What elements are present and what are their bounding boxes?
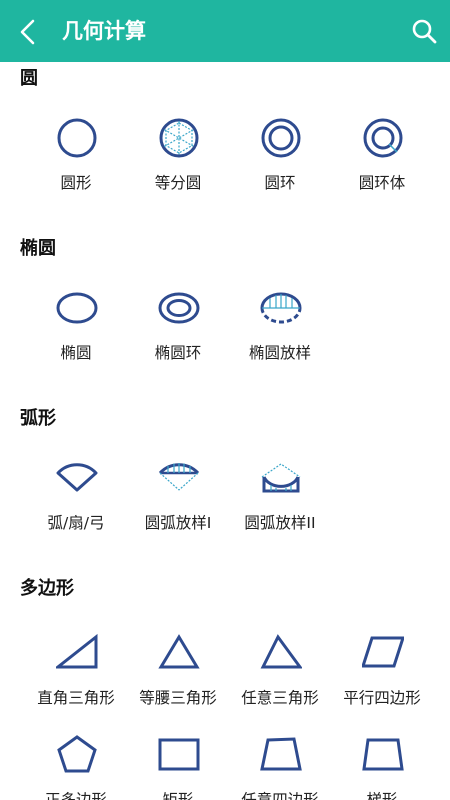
item-label: 圆弧放样II — [244, 514, 316, 532]
item-arc-lofting-1[interactable]: 圆弧放样I — [122, 457, 234, 557]
page-title: 几何计算 — [62, 19, 146, 43]
item-label: 圆环体 — [358, 174, 406, 192]
isosceles-triangle-icon — [158, 634, 200, 669]
sector-icon — [56, 463, 98, 492]
item-arc-sector-segment[interactable]: 弧/扇/弓 — [20, 457, 132, 557]
ellipse-lofting-icon — [260, 292, 302, 324]
item-divided-circle[interactable]: 等分圆 — [122, 117, 234, 217]
quadrilateral-icon — [260, 737, 302, 771]
item-ellipse[interactable]: 椭圆 — [20, 287, 132, 387]
item-elliptical-ring[interactable]: 椭圆环 — [122, 287, 234, 387]
arbitrary-triangle-icon — [260, 634, 302, 669]
divided-circle-icon — [159, 118, 199, 158]
item-ellipse-lofting[interactable]: 椭圆放样 — [224, 287, 336, 387]
section-title-arc: 弧形 — [20, 408, 56, 429]
item-torus[interactable]: 圆环体 — [326, 117, 438, 217]
item-arbitrary-triangle[interactable]: 任意三角形 — [224, 632, 336, 732]
ellipse-icon — [56, 292, 98, 324]
section-title-polygon: 多边形 — [20, 578, 74, 599]
arc-lofting-1-icon — [158, 463, 200, 491]
item-ring[interactable]: 圆环 — [224, 117, 336, 217]
search-icon[interactable] — [410, 17, 438, 45]
circle-shape-icon — [57, 118, 97, 158]
item-arc-lofting-2[interactable]: 圆弧放样II — [224, 457, 336, 557]
parallelogram-icon — [362, 636, 404, 668]
section-title-circle: 圆 — [20, 68, 38, 89]
content-list[interactable]: 圆 圆形 等分圆 圆环 圆环体 椭圆 椭圆 椭圆环 椭圆放样 弧形 弧/扇/弓 … — [0, 62, 450, 800]
item-right-triangle[interactable]: 直角三角形 — [20, 632, 132, 732]
rectangle-icon — [158, 738, 200, 771]
app-bar: 几何计算 — [0, 0, 450, 62]
item-circle[interactable]: 圆形 — [20, 117, 132, 217]
item-label: 梯形 — [366, 791, 398, 800]
item-label: 平行四边形 — [343, 689, 421, 707]
ring-icon — [261, 118, 301, 158]
arc-lofting-2-icon — [261, 463, 301, 493]
elliptical-ring-icon — [158, 292, 200, 324]
item-isosceles-triangle[interactable]: 等腰三角形 — [122, 632, 234, 732]
section-title-ellipse: 椭圆 — [20, 238, 56, 259]
back-arrow-icon[interactable] — [14, 17, 44, 47]
item-parallelogram[interactable]: 平行四边形 — [326, 632, 438, 732]
torus-icon — [363, 118, 403, 158]
item-trapezoid[interactable]: 梯形 — [326, 734, 438, 800]
pentagon-icon — [57, 735, 97, 773]
item-label: 椭圆放样 — [248, 344, 311, 362]
right-triangle-icon — [56, 633, 98, 669]
trapezoid-icon — [362, 738, 404, 771]
